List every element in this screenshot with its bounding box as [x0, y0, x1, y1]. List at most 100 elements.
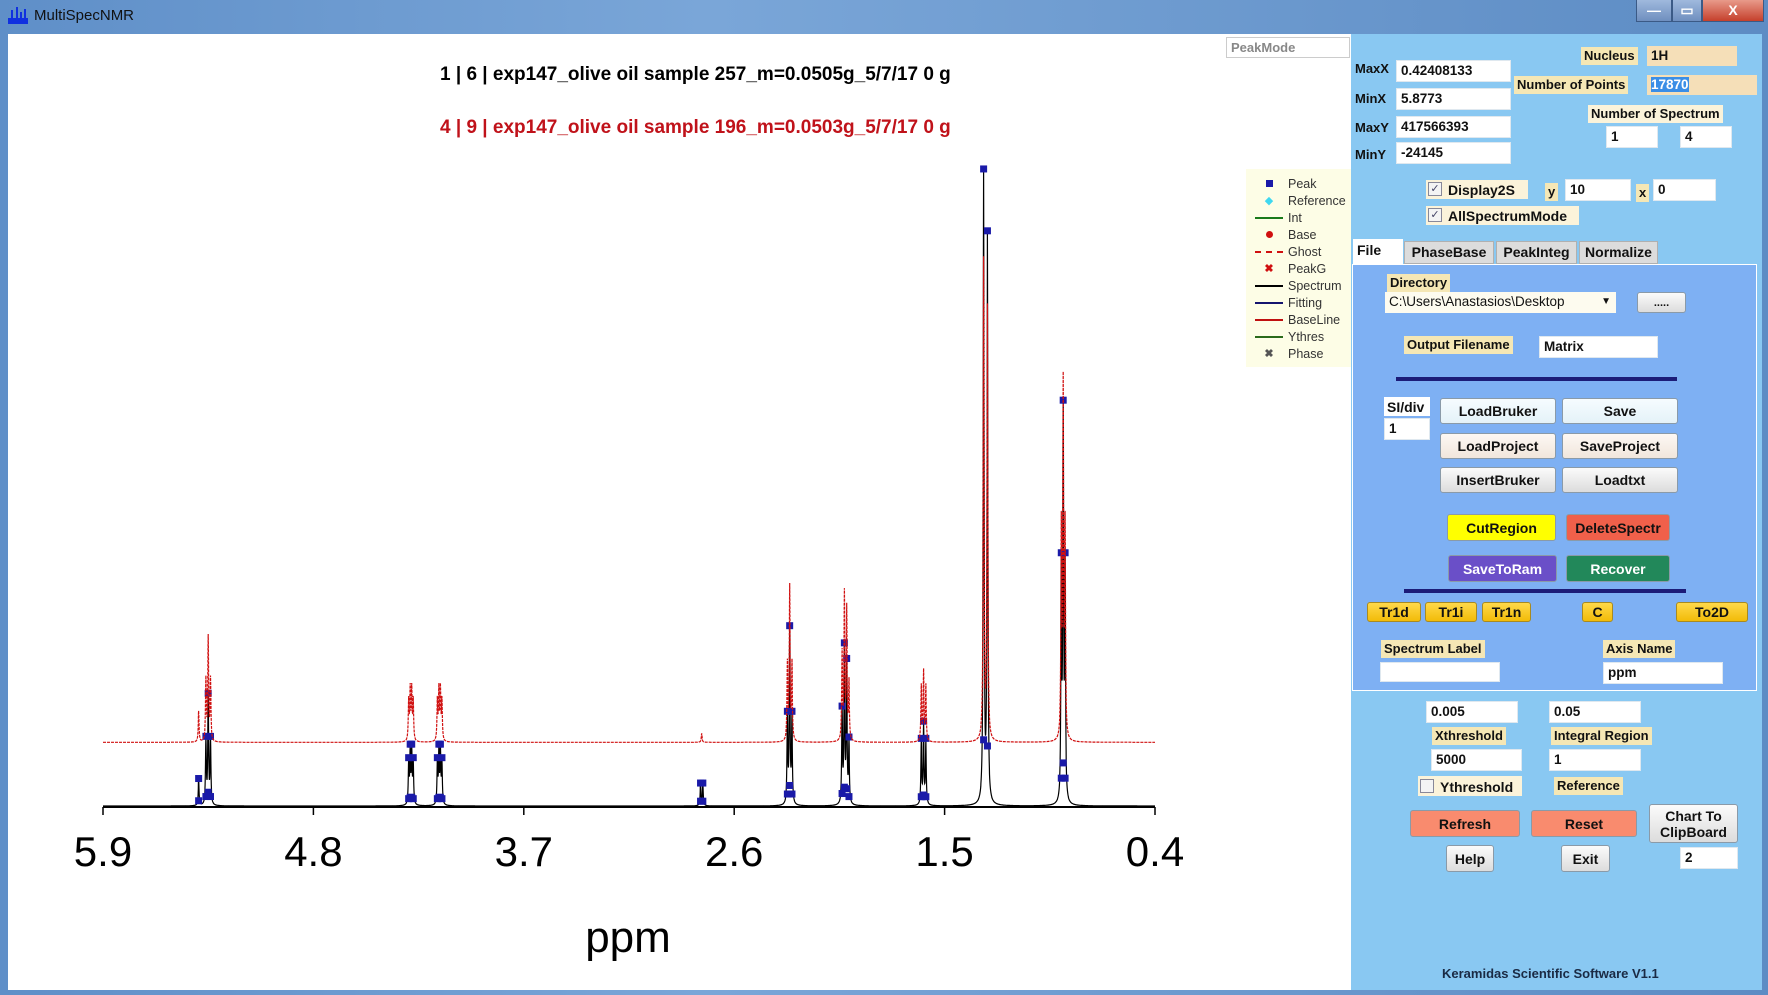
- axis-name-label: Axis Name: [1603, 640, 1676, 658]
- minx-input[interactable]: 5.8773: [1396, 88, 1511, 110]
- close-button[interactable]: X: [1702, 0, 1764, 22]
- peak-marker: [1059, 759, 1067, 767]
- save-button[interactable]: Save: [1562, 398, 1678, 424]
- peak-marker: [980, 165, 988, 173]
- y-offset-label: y: [1545, 183, 1559, 201]
- delete-spectrum-button[interactable]: DeleteSpectr: [1566, 514, 1670, 541]
- save-project-button[interactable]: SaveProject: [1562, 433, 1678, 459]
- legend-cross-icon: ✖: [1264, 348, 1274, 360]
- nucleus-input[interactable]: 1H: [1647, 46, 1737, 66]
- c-button[interactable]: C: [1582, 602, 1613, 622]
- insert-bruker-button[interactable]: InsertBruker: [1440, 467, 1556, 493]
- recover-button[interactable]: Recover: [1566, 555, 1670, 582]
- output-filename-input[interactable]: Matrix: [1539, 336, 1658, 358]
- peak-marker: [406, 740, 414, 748]
- peak-marker: [983, 227, 991, 235]
- allspectrum-checkbox-row[interactable]: ✓ AllSpectrumMode: [1426, 206, 1579, 225]
- tr1i-button[interactable]: Tr1i: [1425, 602, 1477, 622]
- legend-item: ✖ PeakG: [1246, 262, 1351, 279]
- display2s-label: Display2S: [1448, 182, 1515, 198]
- window-title: MultiSpecNMR: [34, 7, 135, 24]
- xthreshold-input[interactable]: 0.005: [1426, 701, 1518, 723]
- minimize-button[interactable]: —: [1636, 0, 1672, 22]
- peak-marker: [433, 754, 441, 762]
- points-input[interactable]: 17870: [1647, 75, 1757, 95]
- help-button[interactable]: Help: [1446, 845, 1494, 872]
- maximize-button[interactable]: ▭: [1672, 0, 1702, 22]
- axis-name-input[interactable]: ppm: [1603, 662, 1723, 684]
- footer-credit: Keramidas Scientific Software V1.1: [1442, 966, 1659, 981]
- directory-select[interactable]: C:\Users\Anastasios\Desktop ▼: [1385, 292, 1616, 313]
- peak-marker: [917, 793, 925, 801]
- load-bruker-button[interactable]: LoadBruker: [1440, 398, 1556, 424]
- save-to-ram-button[interactable]: SaveToRam: [1448, 555, 1557, 582]
- reference-input[interactable]: 1: [1549, 749, 1641, 771]
- clipboard-label-2: ClipBoard: [1660, 823, 1727, 840]
- spectrum-plot[interactable]: 5.9 4.8 3.7 2.6 1.5 0.4 ppm: [8, 34, 1351, 990]
- legend-label: Spectrum: [1288, 279, 1342, 293]
- ythreshold-input[interactable]: 5000: [1431, 749, 1522, 771]
- cut-region-button[interactable]: CutRegion: [1447, 514, 1556, 541]
- directory-value: C:\Users\Anastasios\Desktop: [1389, 294, 1565, 309]
- points-value: 17870: [1651, 77, 1689, 92]
- maxx-input[interactable]: 0.42408133: [1396, 60, 1511, 82]
- tab-phasebase[interactable]: PhaseBase: [1404, 241, 1494, 264]
- browse-button[interactable]: .....: [1637, 292, 1686, 313]
- tab-file[interactable]: File: [1353, 239, 1403, 265]
- legend-label: Base: [1288, 228, 1317, 242]
- divider: [1396, 377, 1677, 381]
- legend-item: Base: [1246, 228, 1351, 245]
- ythreshold-checkbox-row[interactable]: Ythreshold: [1418, 776, 1522, 796]
- integral-region-input[interactable]: 0.05: [1549, 701, 1641, 723]
- tab-peakinteg[interactable]: PeakInteg: [1496, 241, 1577, 264]
- nspec-second-input[interactable]: 4: [1680, 126, 1732, 148]
- legend-item: Peak: [1246, 177, 1351, 194]
- x-offset-input[interactable]: 0: [1653, 179, 1716, 201]
- legend: Peak ◆ Reference Int Base Ghost ✖ PeakG Spectrum…: [1246, 169, 1351, 367]
- maxy-input[interactable]: 417566393: [1396, 116, 1511, 138]
- peak-marker: [983, 742, 991, 750]
- to2d-button[interactable]: To2D: [1676, 602, 1748, 622]
- spectrum-title-1: 1 | 6 | exp147_olive oil sample 257_m=0.…: [440, 64, 951, 85]
- peak-marker: [1057, 774, 1065, 782]
- nspec-first-input[interactable]: 1: [1606, 126, 1658, 148]
- allspectrum-label: AllSpectrumMode: [1448, 208, 1568, 224]
- legend-diamond-icon: ◆: [1264, 195, 1274, 207]
- sidiv-input[interactable]: 1: [1384, 418, 1430, 440]
- peak-marker: [838, 790, 846, 798]
- legend-item: Int: [1246, 211, 1351, 228]
- peak-marker: [783, 790, 791, 798]
- legend-label: Phase: [1288, 347, 1324, 361]
- miny-input[interactable]: -24145: [1396, 142, 1511, 164]
- refresh-button[interactable]: Refresh: [1410, 810, 1520, 837]
- x-tick-label: 4.8: [284, 828, 342, 875]
- minx-label: MinX: [1355, 91, 1387, 106]
- legend-line-icon: [1254, 330, 1284, 344]
- allspectrum-checkbox[interactable]: ✓: [1428, 208, 1442, 222]
- ythreshold-label: Ythreshold: [1440, 779, 1514, 795]
- y-offset-input[interactable]: 10: [1565, 179, 1631, 201]
- spectrum-label-input[interactable]: [1380, 662, 1500, 682]
- peak-marker: [433, 795, 441, 803]
- reset-button[interactable]: Reset: [1531, 810, 1637, 837]
- display2s-checkbox[interactable]: ✓: [1428, 182, 1442, 196]
- app-icon: [8, 7, 28, 24]
- load-project-button[interactable]: LoadProject: [1440, 433, 1556, 459]
- ythreshold-checkbox[interactable]: [1420, 779, 1434, 793]
- exit-button[interactable]: Exit: [1561, 845, 1610, 872]
- tr1n-button[interactable]: Tr1n: [1482, 602, 1531, 622]
- display2s-checkbox-row[interactable]: ✓ Display2S: [1426, 180, 1528, 199]
- tr1d-button[interactable]: Tr1d: [1367, 602, 1421, 622]
- tab-normalize[interactable]: Normalize: [1579, 241, 1658, 264]
- chart-to-clipboard-button[interactable]: Chart To ClipBoard: [1649, 804, 1738, 843]
- legend-item: ✖ Phase: [1246, 347, 1351, 364]
- legend-label: Fitting: [1288, 296, 1323, 310]
- peak-marker: [405, 754, 413, 762]
- legend-label: BaseLine: [1288, 313, 1341, 327]
- peak-mode-box[interactable]: PeakMode: [1226, 37, 1350, 58]
- x-tick-label: 2.6: [705, 828, 763, 875]
- spectrum-chart[interactable]: 5.9 4.8 3.7 2.6 1.5 0.4 ppm 1 | 6 | exp147_oli…: [8, 34, 1351, 990]
- copies-input[interactable]: 2: [1680, 847, 1738, 869]
- loadtxt-button[interactable]: Loadtxt: [1562, 467, 1678, 493]
- peak-marker: [195, 797, 203, 805]
